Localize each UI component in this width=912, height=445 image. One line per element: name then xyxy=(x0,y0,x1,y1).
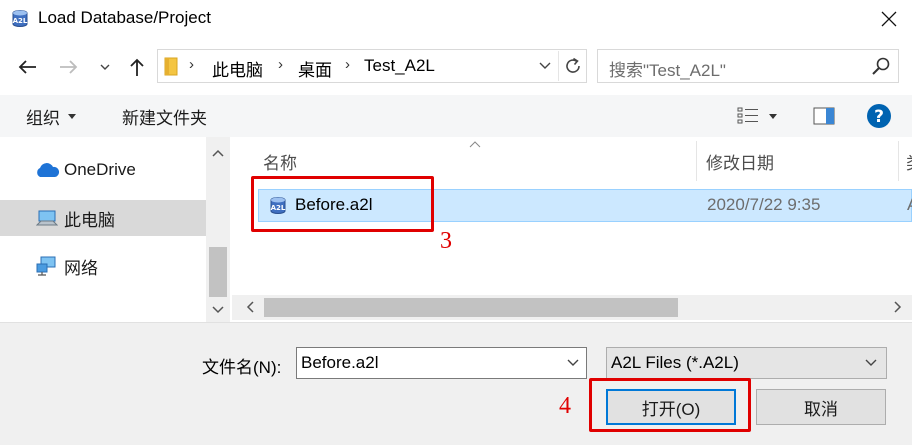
close-icon xyxy=(881,11,897,27)
chevron-down-icon xyxy=(567,359,579,366)
scrollbar-thumb[interactable] xyxy=(264,298,678,317)
computer-icon xyxy=(34,207,60,229)
arrow-up-icon xyxy=(130,58,144,76)
breadcrumb-desktop[interactable]: 桌面 xyxy=(298,56,332,81)
filename-history-dropdown[interactable] xyxy=(563,353,583,373)
recent-locations-button[interactable] xyxy=(94,52,116,82)
annotation-number-step-3: 3 xyxy=(440,228,452,254)
breadcrumb-thispc[interactable]: 此电脑 xyxy=(212,56,263,81)
arrow-left-icon xyxy=(18,60,36,74)
filename-input[interactable]: Before.a2l xyxy=(296,347,587,379)
refresh-button[interactable] xyxy=(558,51,586,81)
sidebar-item-network[interactable]: 网络 xyxy=(0,248,206,284)
file-type: A xyxy=(907,195,912,215)
chevron-left-icon xyxy=(246,301,254,313)
breadcrumb-separator-icon: › xyxy=(278,56,283,73)
organize-label: 组织 xyxy=(26,108,60,128)
column-header-name[interactable]: 名称 xyxy=(263,149,297,174)
new-folder-button[interactable]: 新建文件夹 xyxy=(112,100,217,132)
refresh-icon xyxy=(565,57,580,73)
scroll-right-button[interactable] xyxy=(888,297,908,317)
scroll-up-button[interactable] xyxy=(206,143,230,163)
back-button[interactable] xyxy=(10,52,44,82)
database-icon: A2L xyxy=(10,9,30,29)
breadcrumb-separator-icon: › xyxy=(189,56,194,73)
column-divider[interactable] xyxy=(696,141,697,181)
cancel-button[interactable]: 取消 xyxy=(756,389,886,425)
details-view-icon xyxy=(737,107,758,124)
sidebar-item-onedrive[interactable]: OneDrive xyxy=(0,152,206,188)
filename-value: Before.a2l xyxy=(301,353,379,372)
preview-pane-icon xyxy=(813,107,835,125)
scroll-down-button[interactable] xyxy=(206,300,230,320)
close-button[interactable] xyxy=(872,4,906,34)
sort-ascending-icon xyxy=(468,137,482,151)
arrow-right-icon xyxy=(60,60,78,74)
file-type-dropdown[interactable] xyxy=(861,353,881,373)
column-divider[interactable] xyxy=(898,141,899,181)
svg-text:A2L: A2L xyxy=(13,17,28,25)
chevron-up-icon xyxy=(212,149,224,157)
dialog-footer: 文件名(N): Before.a2l A2L Files (*.A2L) 打开(… xyxy=(0,322,912,445)
search-input[interactable]: 搜索"Test_A2L" xyxy=(597,49,899,83)
help-button[interactable]: ? xyxy=(864,101,894,131)
help-icon: ? xyxy=(867,104,891,128)
caret-down-icon xyxy=(68,113,76,119)
up-button[interactable] xyxy=(122,52,152,82)
file-modified-date: 2020/7/22 9:35 xyxy=(707,195,821,214)
address-history-dropdown[interactable] xyxy=(534,55,556,77)
scroll-left-button[interactable] xyxy=(240,297,260,317)
address-bar[interactable]: › 此电脑 › 桌面 › Test_A2L xyxy=(157,49,587,83)
search-placeholder: 搜索"Test_A2L" xyxy=(609,61,726,80)
breadcrumb-separator-icon: › xyxy=(345,56,350,73)
onedrive-cloud-icon xyxy=(34,159,60,181)
title-bar: A2L Load Database/Project xyxy=(0,0,912,38)
forward-button[interactable] xyxy=(52,52,86,82)
navigation-scrollbar[interactable] xyxy=(206,137,230,322)
chevron-down-icon xyxy=(539,62,551,69)
caret-down-icon xyxy=(769,113,777,119)
svg-text:?: ? xyxy=(874,107,884,127)
search-icon xyxy=(870,56,892,78)
file-type-filter-value: A2L Files (*.A2L) xyxy=(611,353,739,372)
folder-icon xyxy=(163,56,181,76)
annotation-box-step-3 xyxy=(251,176,434,232)
scrollbar-thumb[interactable] xyxy=(209,247,227,297)
column-header-type[interactable]: 类 xyxy=(906,149,912,174)
sidebar-item-this-pc[interactable]: 此电脑 xyxy=(0,200,206,236)
navigation-pane: OneDrive 此电脑 网络 xyxy=(0,137,232,322)
annotation-box-step-4 xyxy=(589,378,751,432)
sidebar-item-label: 此电脑 xyxy=(64,210,115,230)
file-type-filter-select[interactable]: A2L Files (*.A2L) xyxy=(606,347,887,379)
breadcrumb-test-a2l[interactable]: Test_A2L xyxy=(364,56,435,76)
network-icon xyxy=(34,255,60,277)
annotation-number-step-4: 4 xyxy=(559,393,571,419)
column-header-row: 名称 修改日期 类 xyxy=(232,137,912,181)
sidebar-item-label: 网络 xyxy=(64,258,98,278)
chevron-down-icon xyxy=(212,306,224,314)
horizontal-scrollbar[interactable] xyxy=(232,295,912,320)
chevron-down-icon xyxy=(865,359,877,366)
filename-label: 文件名(N): xyxy=(202,358,282,377)
column-header-modified[interactable]: 修改日期 xyxy=(706,149,774,174)
new-folder-label: 新建文件夹 xyxy=(122,108,207,128)
chevron-down-icon xyxy=(100,64,110,70)
preview-pane-button[interactable] xyxy=(808,102,840,130)
organize-button[interactable]: 组织 xyxy=(16,100,86,132)
command-toolbar: 组织 新建文件夹 ? xyxy=(0,95,912,137)
window-title: Load Database/Project xyxy=(38,8,211,27)
sidebar-item-label: OneDrive xyxy=(64,160,136,179)
chevron-right-icon xyxy=(894,301,902,313)
change-view-button[interactable] xyxy=(733,102,789,130)
